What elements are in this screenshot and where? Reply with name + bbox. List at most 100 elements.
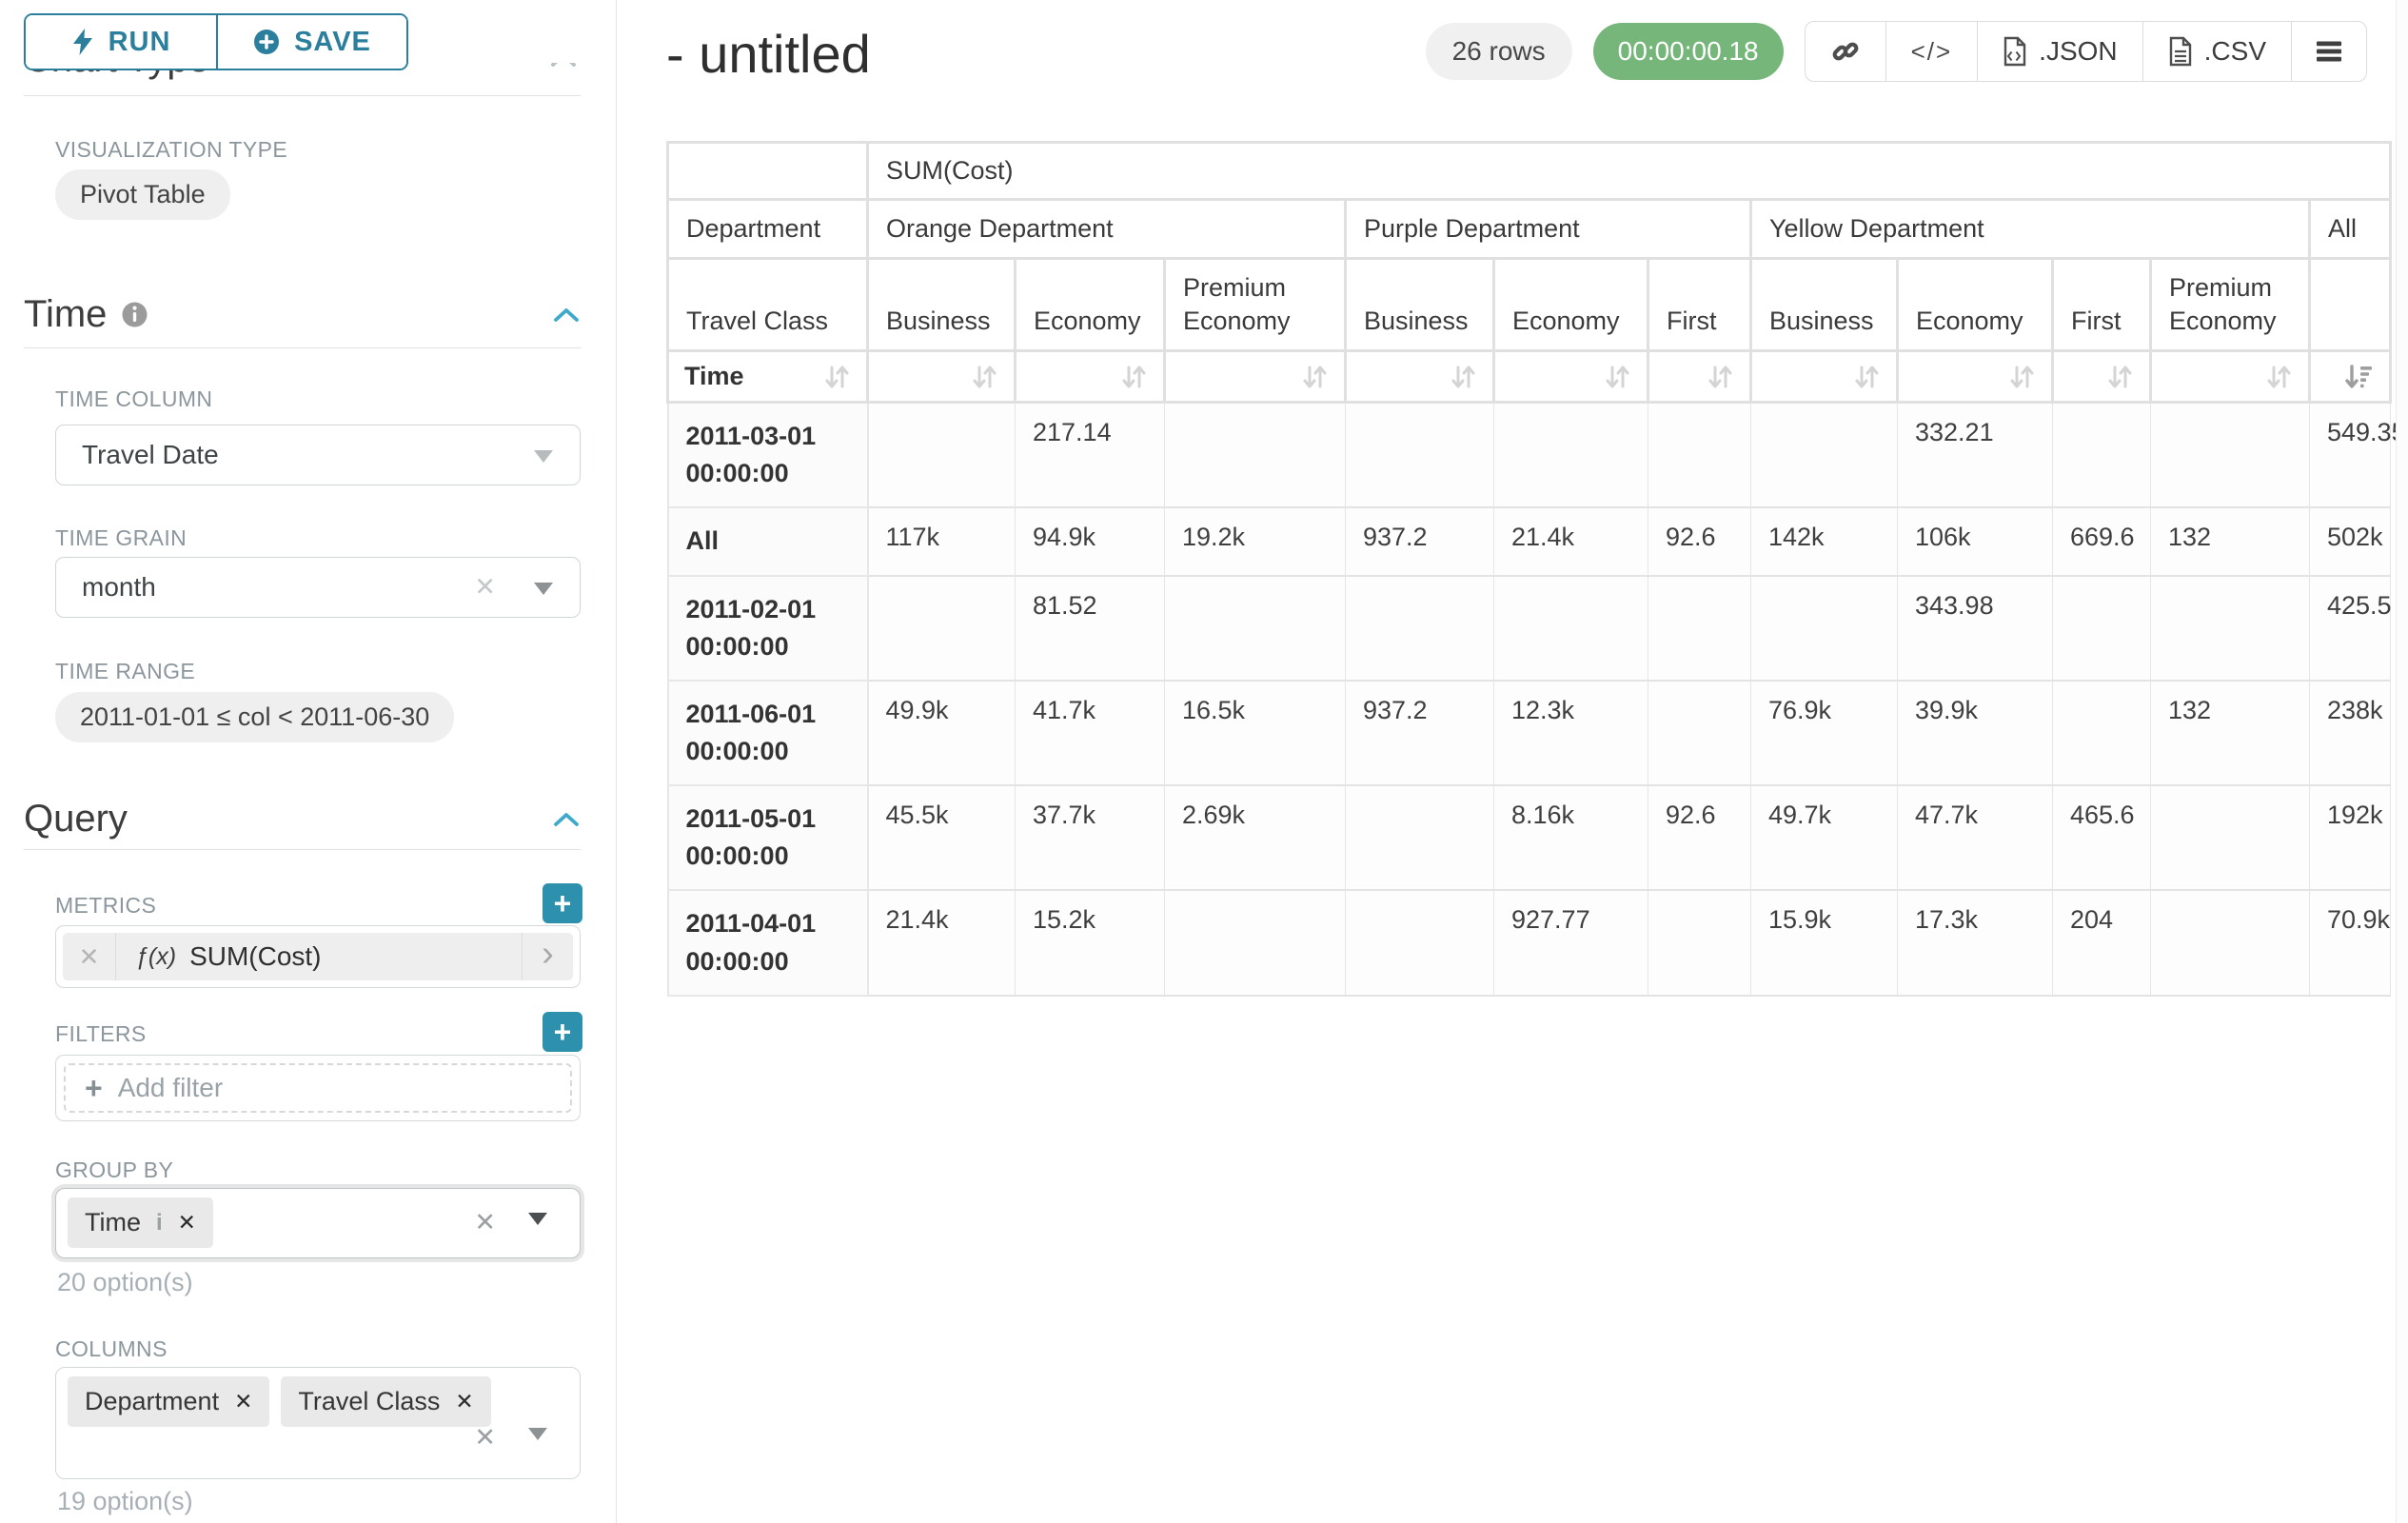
pivot-value-cell: 12.3k	[1494, 681, 1648, 785]
columns-pill[interactable]: Department✕	[68, 1376, 269, 1427]
remove-pill-icon[interactable]: ✕	[178, 1210, 196, 1236]
share-link-button[interactable]	[1806, 22, 1885, 81]
pivot-value-cell	[1165, 403, 1346, 508]
remove-pill-icon[interactable]: ✕	[234, 1389, 252, 1414]
json-label: .JSON	[2039, 36, 2117, 67]
columns-label: COLUMNS	[55, 1336, 168, 1362]
pivot-value-cell	[2053, 681, 2151, 785]
add-metric-button[interactable]: +	[543, 883, 582, 923]
chevron-down-icon[interactable]	[528, 1428, 547, 1440]
query-timer-badge: 00:00:00.18	[1593, 23, 1784, 80]
add-filter-button[interactable]: +	[543, 1012, 582, 1052]
visualization-type-value[interactable]: Pivot Table	[55, 169, 230, 220]
sort-icon[interactable]	[1449, 363, 1477, 391]
columns-pill[interactable]: Travel Class✕	[281, 1376, 490, 1427]
collapse-chevron-icon[interactable]	[552, 307, 581, 324]
group-by-pill-label: Time	[85, 1208, 141, 1237]
sort-cell-content	[1032, 358, 1148, 395]
query-section-title: Query	[24, 798, 128, 841]
view-query-button[interactable]: </>	[1885, 22, 1978, 81]
column-leaf-header: Business	[1751, 259, 1898, 351]
sort-header-cell	[1898, 351, 2053, 403]
row-dim-header: Travel Class	[668, 259, 868, 351]
sort-header-cell	[1016, 351, 1165, 403]
chevron-down-icon[interactable]	[534, 583, 553, 595]
pivot-value-cell: 16.5k	[1165, 681, 1346, 785]
column-group-header: Yellow Department	[1751, 200, 2310, 259]
time-grain-select[interactable]: month ✕	[55, 557, 581, 618]
remove-pill-icon[interactable]: ✕	[455, 1389, 473, 1414]
csv-file-icon	[2168, 36, 2193, 67]
more-options-button[interactable]	[2291, 22, 2366, 81]
pivot-value-cell	[1751, 576, 1898, 681]
pivot-value-cell	[2053, 576, 2151, 681]
sort-cell-content	[884, 358, 998, 395]
sort-icon[interactable]	[2264, 363, 2293, 391]
pivot-value-cell: 37.7k	[1016, 785, 1165, 890]
pivot-value-cell: 21.4k	[868, 890, 1016, 995]
column-leaf-header: Business	[1346, 259, 1494, 351]
sort-icon[interactable]	[970, 363, 998, 391]
sort-desc-icon[interactable]	[2343, 363, 2374, 391]
section-divider	[24, 347, 581, 348]
sort-icon[interactable]	[2007, 363, 2036, 391]
sort-cell-content	[1362, 358, 1477, 395]
pivot-row-label: 2011-06-0100:00:00	[668, 681, 868, 785]
sort-icon[interactable]	[1852, 363, 1881, 391]
sort-cell-content	[1181, 358, 1329, 395]
columns-select[interactable]: Department✕Travel Class✕ ✕	[55, 1367, 581, 1479]
save-button[interactable]: SAVE	[216, 15, 406, 69]
metric-header-cell: SUM(Cost)	[868, 143, 2391, 200]
chevron-down-icon[interactable]	[528, 1213, 547, 1225]
pivot-value-cell: 92.6	[1648, 785, 1751, 890]
sort-icon[interactable]	[1300, 363, 1329, 391]
time-column-label: TIME COLUMN	[55, 386, 212, 412]
row-count-badge: 26 rows	[1426, 23, 1572, 80]
add-filter-dropzone[interactable]: + Add filter	[64, 1063, 572, 1113]
visualization-type-label: VISUALIZATION TYPE	[55, 137, 287, 163]
add-filter-placeholder: Add filter	[118, 1073, 224, 1103]
chevron-right-icon[interactable]: ›	[522, 933, 573, 980]
group-by-pill[interactable]: Timei ✕	[68, 1197, 213, 1248]
time-range-value[interactable]: 2011-01-01 ≤ col < 2011-06-30	[55, 692, 454, 742]
collapse-chevron-icon[interactable]	[552, 811, 581, 828]
pivot-value-cell	[1346, 576, 1494, 681]
pivot-value-cell: 2.69k	[1165, 785, 1346, 890]
clear-icon[interactable]: ✕	[474, 1423, 496, 1453]
pivot-value-cell: 17.3k	[1898, 890, 2053, 995]
time-column-select[interactable]: Travel Date	[55, 425, 581, 485]
info-icon[interactable]: i	[156, 1210, 163, 1236]
clear-icon[interactable]: ✕	[474, 573, 496, 603]
pivot-value-cell: 49.9k	[868, 681, 1016, 785]
lightning-bolt-icon	[71, 28, 94, 56]
group-by-select[interactable]: Timei ✕ ✕	[55, 1188, 581, 1258]
export-json-button[interactable]: .JSON	[1977, 22, 2142, 81]
clear-icon[interactable]: ✕	[474, 1208, 496, 1237]
export-csv-button[interactable]: .CSV	[2142, 22, 2291, 81]
metric-chip[interactable]: ✕ ƒ(x) SUM(Cost) ›	[63, 933, 573, 980]
pivot-value-cell: 217.14	[1016, 403, 1165, 508]
link-icon	[1830, 36, 1861, 67]
sort-cell-content	[1767, 358, 1881, 395]
time-grain-label: TIME GRAIN	[55, 525, 187, 551]
chevron-down-icon[interactable]	[534, 450, 553, 463]
sort-header-cell	[868, 351, 1016, 403]
sort-icon[interactable]	[2105, 363, 2134, 391]
pivot-value-cell	[2151, 785, 2310, 890]
scrollbar-track[interactable]	[2396, 0, 2408, 1523]
plus-circle-icon	[253, 29, 280, 55]
sort-icon[interactable]	[822, 363, 851, 391]
sort-icon[interactable]	[1706, 363, 1734, 391]
remove-metric-icon[interactable]: ✕	[63, 933, 116, 980]
row-dim-header: Department	[668, 200, 868, 259]
info-icon[interactable]	[122, 302, 148, 327]
run-button[interactable]: RUN	[26, 15, 216, 69]
column-leaf-header: First	[2053, 259, 2151, 351]
json-file-icon	[2003, 36, 2027, 67]
sort-icon[interactable]	[1119, 363, 1148, 391]
chart-area: - untitled 26 rows 00:00:00.18 </> .JSON…	[618, 0, 2408, 1523]
pivot-value-cell	[868, 403, 1016, 508]
sort-header-cell	[2310, 351, 2391, 403]
sort-header-cell	[1751, 351, 1898, 403]
sort-icon[interactable]	[1603, 363, 1631, 391]
